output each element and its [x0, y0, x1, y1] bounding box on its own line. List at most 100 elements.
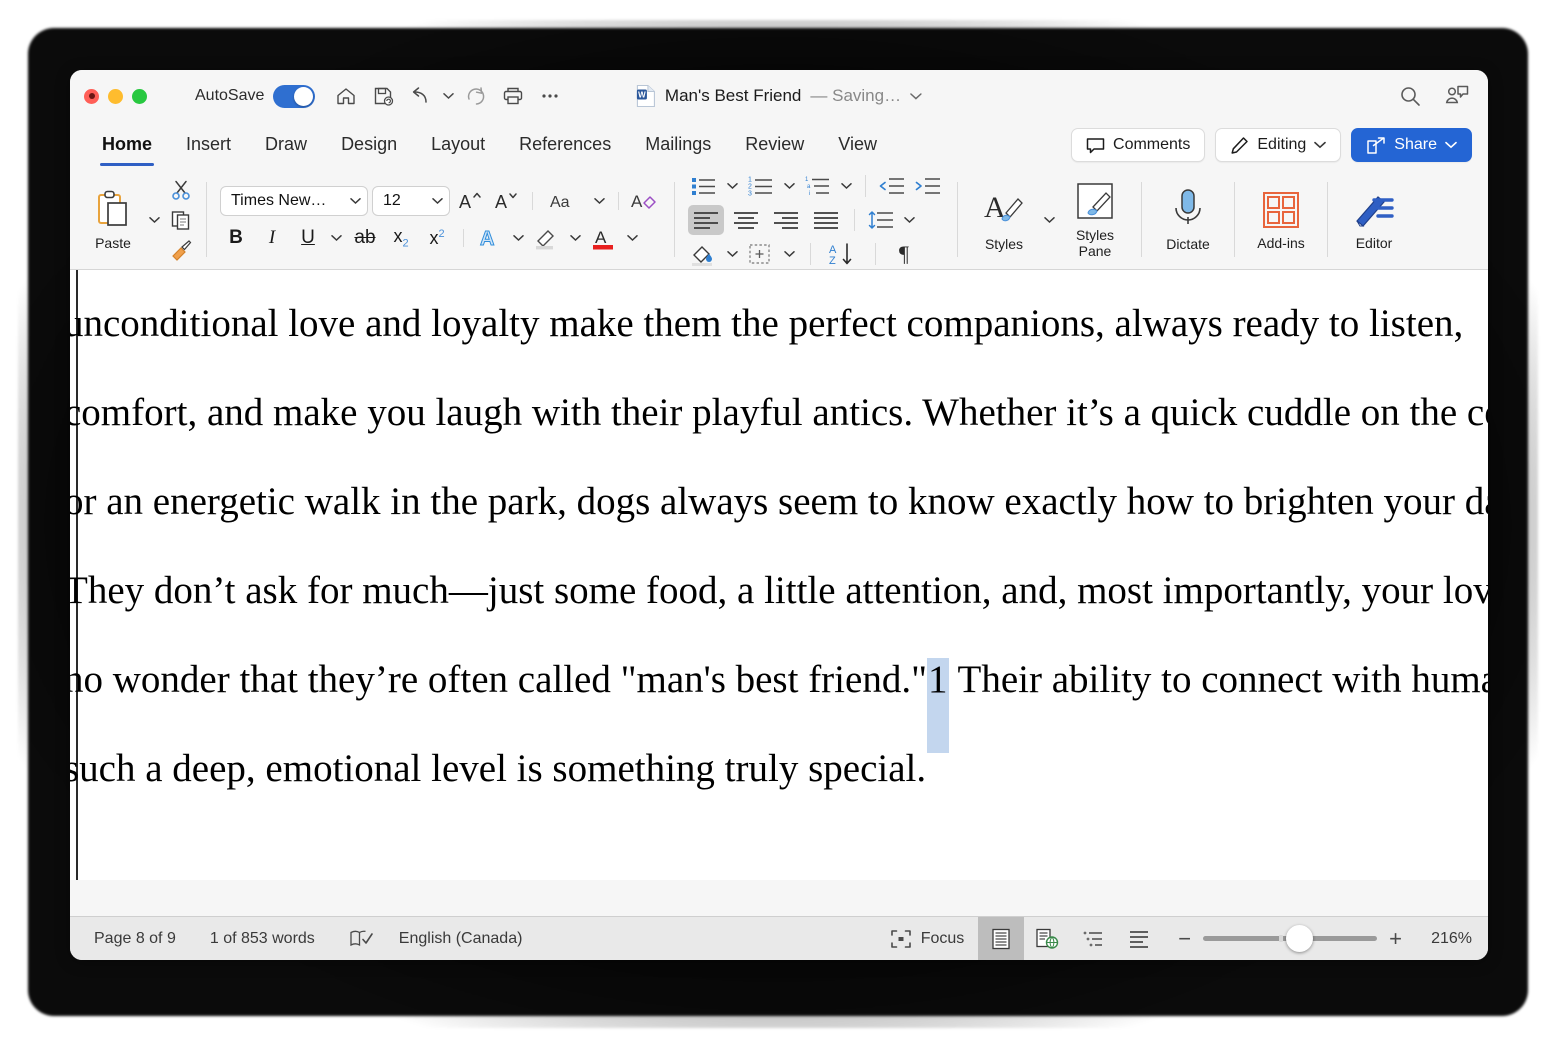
multilevel-list-button[interactable]: 1 a i [802, 171, 834, 201]
language-indicator[interactable]: English (Canada) [399, 930, 523, 948]
outline-view-button[interactable] [1070, 917, 1116, 960]
print-layout-view-button[interactable] [978, 917, 1025, 960]
tab-review[interactable]: Review [731, 130, 818, 161]
document-page[interactable]: unconditional love and loyalty make them… [70, 270, 1488, 880]
line-spacing-button[interactable] [865, 205, 897, 235]
change-case-dropdown[interactable] [591, 186, 608, 216]
grow-font-button[interactable]: A [454, 186, 486, 216]
strikethrough-button[interactable]: ab [349, 223, 381, 253]
zoom-in-button[interactable]: + [1389, 927, 1402, 950]
cut-button[interactable] [165, 176, 197, 204]
change-case-button[interactable]: Aa [543, 186, 587, 216]
footnote-reference-selected[interactable]: 1 [927, 658, 949, 701]
show-formatting-button[interactable]: ¶ [888, 239, 920, 269]
justify-button[interactable] [808, 205, 844, 235]
document-title-group[interactable]: W Man's Best Friend — Saving… [636, 84, 922, 108]
redo-button[interactable] [459, 81, 493, 111]
shrink-font-button[interactable]: A [490, 186, 522, 216]
zoom-slider-thumb[interactable] [1285, 925, 1313, 952]
minimize-button[interactable] [108, 88, 123, 104]
styles-button[interactable]: A Styles [967, 174, 1041, 266]
text-effects-button[interactable]: A [474, 223, 506, 253]
collaborators-button[interactable] [1444, 84, 1470, 108]
undo-dropdown[interactable] [440, 81, 456, 111]
zoom-slider[interactable] [1203, 925, 1378, 952]
tab-draw[interactable]: Draw [251, 130, 321, 161]
autosave-toggle[interactable] [273, 84, 316, 108]
tab-design[interactable]: Design [327, 130, 411, 161]
tab-insert[interactable]: Insert [172, 130, 245, 161]
tab-mailings[interactable]: Mailings [631, 130, 725, 161]
shading-button[interactable] [688, 239, 720, 269]
page-indicator[interactable]: Page 8 of 9 [94, 930, 176, 948]
copy-button[interactable] [165, 206, 197, 234]
bullets-button[interactable] [688, 171, 720, 201]
align-right-button[interactable] [768, 205, 804, 235]
text-effects-dropdown[interactable] [510, 223, 527, 253]
align-left-button[interactable] [688, 204, 724, 235]
traffic-lights [84, 88, 147, 104]
close-button[interactable] [84, 88, 99, 104]
underline-button[interactable]: U [292, 223, 324, 253]
editing-mode-button[interactable]: Editing [1215, 128, 1342, 162]
maximize-button[interactable] [132, 88, 147, 104]
zoom-out-button[interactable]: − [1178, 927, 1191, 950]
highlight-color-button[interactable] [531, 223, 563, 253]
tab-view[interactable]: View [824, 130, 891, 161]
bold-button[interactable]: B [220, 223, 252, 253]
tab-references[interactable]: References [505, 130, 625, 161]
clear-formatting-button[interactable]: A [629, 186, 661, 216]
italic-button[interactable]: I [256, 223, 288, 253]
borders-icon [749, 243, 770, 264]
tab-layout[interactable]: Layout [417, 130, 499, 161]
borders-button[interactable] [745, 239, 777, 269]
increase-indent-button[interactable] [912, 171, 944, 201]
font-color-dropdown[interactable] [624, 223, 641, 253]
proofing-status-button[interactable] [349, 929, 373, 949]
draft-view-button[interactable] [1116, 917, 1162, 960]
document-canvas[interactable]: unconditional love and loyalty make them… [70, 270, 1488, 880]
borders-dropdown[interactable] [781, 239, 798, 269]
numbering-dropdown[interactable] [781, 171, 798, 201]
paste-options-dropdown[interactable] [146, 205, 163, 235]
search-button[interactable] [1398, 84, 1422, 108]
dictate-button[interactable]: Dictate [1151, 174, 1225, 266]
multilevel-list-dropdown[interactable] [838, 171, 855, 201]
align-center-button[interactable] [728, 205, 764, 235]
numbering-button[interactable]: 1 2 3 [745, 171, 777, 201]
more-commands-button[interactable] [533, 81, 567, 111]
undo-button[interactable] [403, 81, 437, 111]
subscript-button[interactable]: x2 [385, 223, 417, 253]
line-spacing-dropdown[interactable] [901, 205, 918, 235]
bullets-dropdown[interactable] [724, 171, 741, 201]
font-name-combo[interactable]: Times New… [220, 186, 368, 216]
paste-button[interactable]: Paste [80, 189, 146, 251]
tab-home[interactable]: Home [88, 130, 166, 166]
focus-mode-button[interactable]: Focus [876, 917, 979, 960]
justify-icon [814, 211, 838, 229]
styles-dropdown[interactable] [1041, 205, 1058, 235]
home-button[interactable] [329, 81, 363, 111]
print-button[interactable] [496, 81, 530, 111]
document-title-dropdown[interactable] [910, 92, 922, 101]
format-painter-button[interactable] [165, 236, 197, 264]
addins-button[interactable]: Add-ins [1244, 174, 1318, 266]
share-button[interactable]: Share [1351, 128, 1472, 162]
styles-pane-button[interactable]: Styles Pane [1058, 174, 1132, 266]
zoom-percentage[interactable]: 216% [1420, 930, 1472, 948]
document-text[interactable]: unconditional love and loyalty make them… [70, 280, 1488, 814]
comments-button[interactable]: Comments [1071, 128, 1206, 162]
underline-dropdown[interactable] [328, 223, 345, 253]
save-button[interactable] [366, 81, 400, 111]
sort-button[interactable]: A Z [823, 239, 863, 269]
styles-pane-label: Styles Pane [1075, 226, 1115, 259]
font-color-button[interactable]: A [588, 223, 620, 253]
highlight-color-dropdown[interactable] [567, 223, 584, 253]
shading-dropdown[interactable] [724, 239, 741, 269]
web-layout-view-button[interactable] [1024, 917, 1070, 960]
font-size-combo[interactable]: 12 [372, 186, 450, 216]
superscript-button[interactable]: x2 [421, 223, 453, 253]
editor-button[interactable]: Editor [1337, 174, 1411, 266]
decrease-indent-button[interactable] [876, 171, 908, 201]
word-count[interactable]: 1 of 853 words [210, 930, 315, 948]
